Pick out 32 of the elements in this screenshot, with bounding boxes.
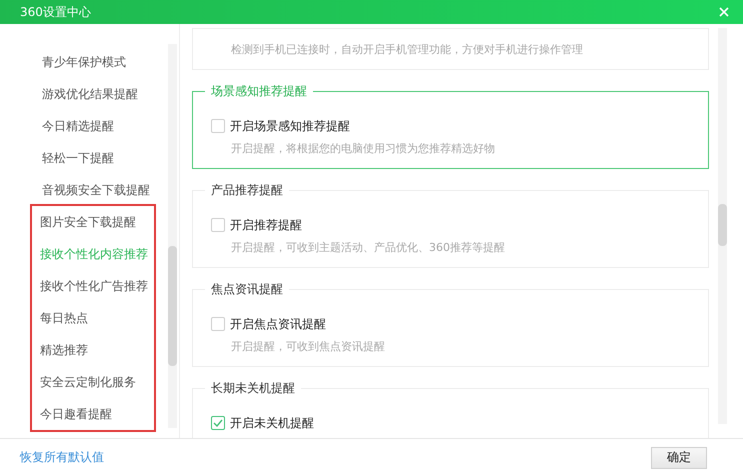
checkbox[interactable] xyxy=(211,119,225,133)
option-description: 开启提醒，可收到焦点资讯提醒 xyxy=(231,339,386,354)
section-title: 场景感知推荐提醒 xyxy=(205,83,313,99)
checkbox[interactable] xyxy=(211,218,225,232)
option-description: 检测到手机已连接时，自动开启手机管理功能，方便对手机进行操作管理 xyxy=(231,42,584,57)
section-title: 焦点资讯提醒 xyxy=(205,281,289,297)
sidebar-item[interactable]: 每日热点 xyxy=(32,302,154,334)
sidebar-item[interactable]: 今日趣看提醒 xyxy=(32,398,154,430)
scrollbar-thumb[interactable] xyxy=(168,246,177,366)
checkbox-label[interactable]: 开启焦点资讯提醒 xyxy=(230,316,326,332)
sidebar-item[interactable]: 图片安全下载提醒 xyxy=(32,206,154,238)
checkbox[interactable] xyxy=(211,317,225,331)
ok-button[interactable]: 确定 xyxy=(651,446,707,468)
sidebar-item[interactable]: 接收个性化广告推荐 xyxy=(32,270,154,302)
checkbox-label[interactable]: 开启未关机提醒 xyxy=(230,414,314,432)
sidebar-item[interactable]: 游戏优化结果提醒 xyxy=(32,78,179,110)
scrollbar-thumb[interactable] xyxy=(718,204,727,246)
checkbox-label[interactable]: 开启场景感知推荐提醒 xyxy=(230,118,350,134)
sidebar-item[interactable]: 音视频安全下载提醒 xyxy=(32,174,179,206)
checkbox-label[interactable]: 开启推荐提醒 xyxy=(230,216,302,234)
sidebar-item[interactable]: 青少年保护模式 xyxy=(32,46,179,78)
section-title: 长期未关机提醒 xyxy=(205,380,301,396)
option-description: 开启提醒，可收到主题活动、产品优化、360推荐等提醒 xyxy=(231,240,506,255)
window-title: 360设置中心 xyxy=(20,4,91,20)
option-description: 开启提醒，将根据您的电脑使用习惯为您推荐精选好物 xyxy=(231,141,496,156)
sidebar-item[interactable]: 今日精选提醒 xyxy=(32,110,179,142)
checkbox[interactable] xyxy=(211,416,225,430)
section-title: 产品推荐提醒 xyxy=(205,182,289,198)
sidebar-item[interactable]: 安全云定制化服务 xyxy=(32,366,154,398)
sidebar-item[interactable]: 精选推荐 xyxy=(32,334,154,366)
sidebar-item[interactable]: 轻松一下提醒 xyxy=(32,142,179,174)
close-icon[interactable] xyxy=(719,7,729,17)
